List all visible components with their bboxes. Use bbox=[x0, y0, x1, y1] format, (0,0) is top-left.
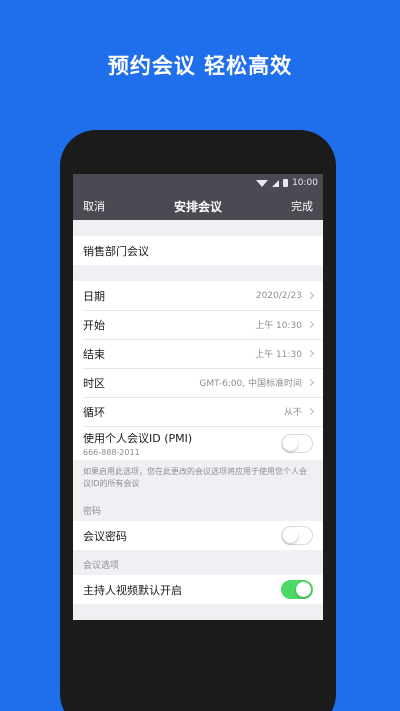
options-section-header: 会议选项 bbox=[83, 561, 120, 571]
chevron-right-icon bbox=[306, 320, 315, 329]
password-label: 会议密码 bbox=[83, 529, 127, 543]
topic-value: 销售部门会议 bbox=[83, 244, 149, 258]
host-video-label: 主持人视频默认开启 bbox=[83, 583, 182, 597]
password-group: 会议密码 bbox=[73, 521, 323, 550]
chevron-right-icon bbox=[306, 407, 315, 416]
host-video-toggle[interactable] bbox=[281, 580, 313, 599]
status-time: 10:00 bbox=[292, 178, 318, 188]
signal-icon bbox=[272, 179, 280, 187]
date-label: 日期 bbox=[83, 289, 105, 303]
page-title: 安排会议 bbox=[173, 199, 222, 214]
chevron-right-icon bbox=[306, 378, 315, 387]
host-video-row: 主持人视频默认开启 bbox=[73, 575, 323, 604]
pmi-note: 如果启用此选项，您在此更改的会议选项将应用于使用您个人会议ID的所有会议 bbox=[83, 467, 307, 488]
timezone-row[interactable]: 时区 GMT-6:00, 中国标准时间 bbox=[73, 368, 323, 397]
pmi-number: 666-888-2011 bbox=[83, 447, 140, 457]
options-group: 主持人视频默认开启 bbox=[73, 575, 323, 604]
cancel-button[interactable]: 取消 bbox=[83, 198, 105, 214]
password-section-header: 密码 bbox=[83, 507, 102, 517]
pmi-toggle[interactable] bbox=[281, 433, 313, 453]
pmi-row: 使用个人会议ID (PMI) 666-888-2011 bbox=[73, 426, 323, 460]
end-time-row[interactable]: 结束 上午 11:30 bbox=[73, 339, 323, 368]
pmi-label: 使用个人会议ID (PMI) bbox=[83, 431, 193, 445]
schedule-group: 日期 2020/2/23 开始 上午 10:30 结束 上午 11:30 时区 … bbox=[73, 281, 323, 460]
done-button[interactable]: 完成 bbox=[291, 198, 313, 214]
timezone-label: 时区 bbox=[83, 376, 105, 390]
end-label: 结束 bbox=[83, 347, 105, 361]
start-label: 开始 bbox=[83, 318, 105, 332]
chevron-right-icon bbox=[306, 349, 315, 358]
topic-group: 销售部门会议 bbox=[73, 236, 323, 265]
password-row: 会议密码 bbox=[73, 521, 323, 550]
end-value: 上午 11:30 bbox=[255, 350, 302, 360]
nav-bar: 取消 安排会议 完成 bbox=[73, 192, 323, 220]
password-toggle[interactable] bbox=[281, 526, 313, 545]
date-value: 2020/2/23 bbox=[255, 290, 302, 301]
recurrence-label: 循环 bbox=[83, 405, 105, 419]
date-row[interactable]: 日期 2020/2/23 bbox=[73, 281, 323, 310]
start-value: 上午 10:30 bbox=[255, 321, 302, 331]
wifi-icon bbox=[256, 179, 269, 187]
promo-title: 预约会议 轻松高效 bbox=[107, 54, 293, 78]
recurrence-value: 从不 bbox=[283, 408, 302, 418]
timezone-value: GMT-6:00, 中国标准时间 bbox=[199, 379, 302, 389]
start-time-row[interactable]: 开始 上午 10:30 bbox=[73, 310, 323, 339]
chevron-right-icon bbox=[306, 291, 315, 300]
battery-icon bbox=[283, 179, 289, 187]
status-bar: 10:00 bbox=[73, 174, 323, 192]
phone-screen: 10:00 取消 安排会议 完成 销售部门会议 日期 2020/2/23 开始 … bbox=[73, 174, 323, 620]
topic-input[interactable]: 销售部门会议 bbox=[73, 236, 323, 265]
recurrence-row[interactable]: 循环 从不 bbox=[73, 397, 323, 426]
